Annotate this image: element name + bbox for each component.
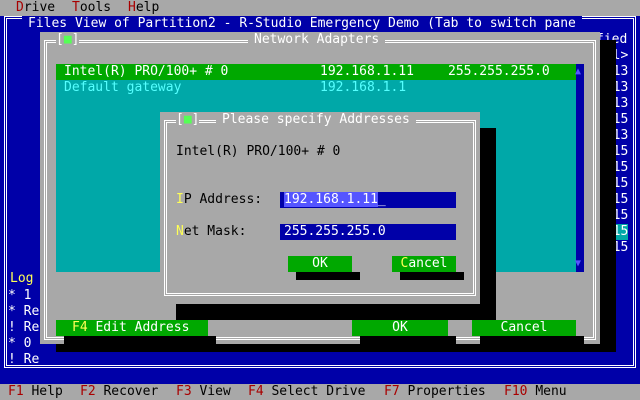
- scroll-up-icon[interactable]: ▲: [575, 64, 581, 80]
- ok-button[interactable]: OK: [352, 320, 448, 336]
- button-shadow: [360, 336, 456, 344]
- log-line: * 0: [8, 336, 31, 352]
- menu-drive[interactable]: Drive: [16, 0, 55, 16]
- dialog-shadow: [56, 344, 616, 352]
- addr-cancel-button[interactable]: Cancel: [392, 256, 456, 272]
- adapter-mask: 255.255.255.0: [448, 64, 550, 79]
- log-title: Log: [10, 271, 34, 286]
- edit-address-button[interactable]: F4 Edit Address: [56, 320, 208, 336]
- close-icon: ■: [63, 32, 72, 47]
- log-text: Re: [23, 352, 40, 367]
- dialog-title: Network Adapters: [248, 32, 386, 48]
- dialog-shadow: [480, 128, 496, 304]
- fkey-view[interactable]: F3 View: [176, 384, 231, 400]
- close-button[interactable]: [■]: [176, 112, 200, 128]
- dialog-shadow: [176, 304, 496, 320]
- log-line: * 1: [8, 288, 31, 304]
- menu-help[interactable]: Help: [128, 0, 159, 16]
- button-shadow: [64, 336, 216, 344]
- ip-address-input[interactable]: 192.168.1.11_: [280, 192, 456, 208]
- addr-ok-button[interactable]: OK: [288, 256, 352, 272]
- log-text: Re: [23, 304, 40, 319]
- gateway-ip: 192.168.1.1: [320, 80, 407, 95]
- net-mask-input[interactable]: 255.255.255.0: [280, 224, 456, 240]
- net-mask-label: Net Mask:: [176, 224, 247, 239]
- fkey-recover[interactable]: F2 Recover: [80, 384, 158, 400]
- button-shadow: [400, 272, 464, 280]
- fkey-properties[interactable]: F7 Properties: [384, 384, 486, 400]
- log-mark: *: [8, 288, 16, 303]
- close-button[interactable]: [■]: [56, 32, 80, 48]
- close-icon: ■: [183, 112, 192, 127]
- log-line: ! Re: [8, 320, 39, 336]
- menu-bar: Drive Tools Help: [0, 0, 640, 16]
- list-scrollbar[interactable]: [576, 64, 584, 272]
- menu-tools[interactable]: Tools: [72, 0, 111, 16]
- fkey-menu[interactable]: F10 Menu: [504, 384, 567, 400]
- log-mark: !: [8, 352, 16, 367]
- log-text: 0: [23, 336, 32, 351]
- log-mark: *: [8, 336, 16, 351]
- dialog-shadow: [600, 40, 616, 352]
- dialog-title: Please specify Addresses: [216, 112, 416, 128]
- scroll-down-icon[interactable]: ▼: [575, 256, 581, 272]
- window-title: Files View of Partition2 - R-Studio Emer…: [22, 16, 582, 32]
- fkey-help[interactable]: F1 Help: [8, 384, 63, 400]
- log-text: Re: [23, 320, 40, 335]
- adapter-name-label: Intel(R) PRO/100+ # 0: [176, 144, 341, 159]
- cancel-button[interactable]: Cancel: [472, 320, 576, 336]
- log-mark: *: [8, 304, 16, 319]
- fkey-select-drive[interactable]: F4 Select Drive: [248, 384, 365, 400]
- adapter-ip: 192.168.1.11: [320, 64, 414, 79]
- button-shadow: [480, 336, 584, 344]
- gateway-label: Default gateway: [64, 80, 182, 95]
- log-line: * Re: [8, 304, 39, 320]
- ip-address-label: IP Address:: [176, 192, 263, 207]
- log-line: ! Re: [8, 352, 39, 368]
- log-text: 1: [23, 288, 32, 303]
- button-shadow: [296, 272, 360, 280]
- adapter-name: Intel(R) PRO/100+ # 0: [64, 64, 229, 79]
- status-bar: F1 Help F2 Recover F3 View F4 Select Dri…: [0, 384, 640, 400]
- log-mark: !: [8, 320, 16, 335]
